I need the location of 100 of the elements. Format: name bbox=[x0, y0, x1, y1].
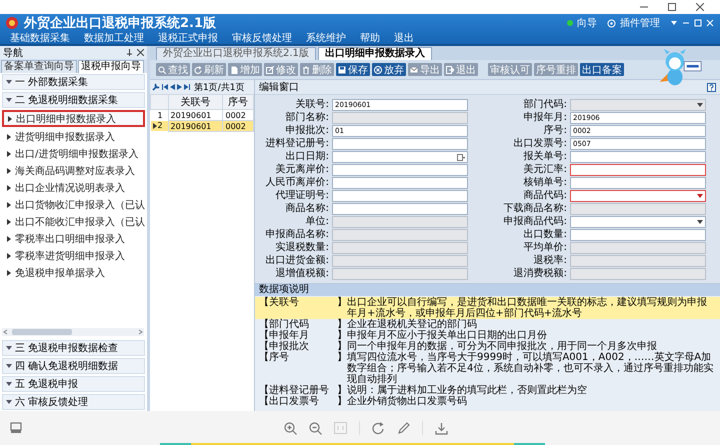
tree-item[interactable]: 出口货物收汇申报录入（已认 bbox=[2, 197, 145, 212]
group-header[interactable]: 六 审核反馈处理 bbox=[2, 394, 145, 410]
input-field[interactable] bbox=[332, 164, 468, 176]
field-label: 关联号: bbox=[294, 98, 329, 111]
group-header[interactable]: 二 免退税明细数据采集 bbox=[2, 92, 145, 108]
field-label: 代理证明号: bbox=[274, 189, 329, 202]
help-bracket: 】 bbox=[337, 396, 347, 407]
document-tab[interactable]: 出口明细申报数据录入 bbox=[318, 47, 432, 60]
previous-page-icon[interactable] bbox=[170, 84, 175, 90]
input-field[interactable] bbox=[570, 151, 706, 163]
first-page-icon[interactable] bbox=[162, 84, 168, 90]
table-row[interactable]: 2 20190601 0002 bbox=[150, 120, 254, 132]
tree-item[interactable]: 零税率出口明细申报录入 bbox=[2, 231, 145, 246]
group-label: 四 确认免退税明细数据 bbox=[15, 360, 118, 373]
menu-item[interactable]: 审核反馈处理 bbox=[232, 31, 292, 45]
field-label: 美元汇率: bbox=[522, 163, 567, 176]
menu-item[interactable]: 退出 bbox=[394, 31, 414, 45]
menu-item[interactable]: 帮助 bbox=[360, 31, 380, 45]
item-label: 出口不能收汇申报录入（已认 bbox=[15, 216, 145, 228]
help-row[interactable]: 【申报年月 】申报年月不应小于报关单出口日期的出口月份 bbox=[255, 330, 720, 341]
toolbar-button[interactable]: 放弃 bbox=[372, 63, 406, 76]
section-title: 编辑窗口 bbox=[259, 80, 299, 94]
last-page-icon[interactable] bbox=[184, 84, 190, 90]
maximize-icon[interactable] bbox=[668, 3, 676, 11]
arrow-icon bbox=[7, 236, 11, 242]
help-row[interactable]: 【序号 】填写四位流水号，当序号大于9999时，可以填写A001，A002，……英文字母A加数字组合；序号输入若不足4位，系统自动补零，也可不录入，通过序号重排功能实现自动排列 bbox=[255, 352, 720, 385]
input-field[interactable] bbox=[570, 216, 706, 228]
help-text: 同一个申报年月的数据，可分为不同申报批次，用于同一个月多次申报 bbox=[347, 341, 657, 352]
tree-item[interactable]: 出口不能收汇申报录入（已认 bbox=[2, 214, 145, 229]
help-text: 企业在退税机关登记的部门码 bbox=[347, 319, 478, 330]
help-row[interactable]: 【部门代码 】企业在退税机关登记的部门码 bbox=[255, 319, 720, 330]
zoom-in-icon[interactable] bbox=[284, 422, 297, 434]
field-label: 序号: bbox=[542, 124, 567, 137]
input-field[interactable] bbox=[332, 190, 468, 202]
help-row[interactable]: 【出口发票号 】企业外销货物出口发票号码 bbox=[255, 396, 720, 407]
dropdown-icon[interactable] bbox=[670, 19, 678, 27]
input-field[interactable] bbox=[570, 177, 706, 189]
panel-tab[interactable]: 退税申报向导 bbox=[78, 60, 144, 73]
group-header[interactable]: 五 免退税申报 bbox=[2, 376, 145, 392]
toolbar-button[interactable]: 保存 bbox=[336, 63, 370, 76]
rotate-icon[interactable] bbox=[372, 422, 385, 434]
help-icon[interactable] bbox=[707, 82, 716, 92]
group-header[interactable]: 四 确认免退税明细数据 bbox=[2, 358, 145, 374]
tree-item[interactable]: 出口企业情况说明表录入 bbox=[2, 180, 145, 195]
field-label: 单位: bbox=[304, 215, 329, 228]
arrow-icon bbox=[7, 184, 11, 190]
arrow-icon bbox=[7, 134, 11, 140]
next-page-icon[interactable] bbox=[177, 84, 182, 90]
menu-item[interactable]: 基础数据采集 bbox=[10, 31, 70, 45]
help-row[interactable]: 【进料登记册号 】说明：属于进料加工业务的填写此栏，否则置此栏为空 bbox=[255, 385, 720, 396]
pin-icon[interactable] bbox=[126, 49, 133, 56]
tree-item[interactable]: 免退税申报单据录入 bbox=[2, 265, 145, 280]
menu-item[interactable]: 数据加工处理 bbox=[84, 31, 144, 45]
panel-tab[interactable]: 备案单查询向导 bbox=[1, 60, 77, 73]
input-field[interactable] bbox=[332, 151, 468, 163]
close-icon[interactable] bbox=[137, 49, 144, 56]
status-dot-icon bbox=[567, 20, 573, 26]
arrow-icon bbox=[7, 202, 11, 208]
menu-item[interactable]: 系统维护 bbox=[306, 31, 346, 45]
field-label: 出口进货金额: bbox=[264, 254, 329, 267]
display-icon[interactable] bbox=[10, 422, 22, 434]
group-header[interactable]: 一 外部数据采集 bbox=[2, 74, 145, 90]
toolbar-button[interactable]: 出口备案 bbox=[580, 63, 624, 76]
mascot-drawing bbox=[658, 48, 702, 87]
help-text: 出口企业可以自行编写，是进货和出口数据唯一关联的标志，建议填写规则为申报年月+流水号，或申报年月后四位+部门代码+流水号 bbox=[347, 297, 708, 319]
tree-item[interactable]: 出口/进货明细申报数据录入 bbox=[2, 146, 145, 161]
wrench-icon[interactable] bbox=[152, 83, 160, 91]
help-row[interactable]: 【关联号 】出口企业可以自行编写，是进货和出口数据唯一关联的标志，建议填写规则为申报年月+流水号，或申报年月后四位+部门代码+流水号 bbox=[255, 297, 720, 319]
scrollbar[interactable] bbox=[2, 328, 144, 336]
zoom-out-icon[interactable] bbox=[309, 422, 322, 434]
input-field[interactable] bbox=[332, 138, 468, 150]
column-header: 关联号 bbox=[168, 94, 223, 110]
help-term: 【申报年月 bbox=[259, 330, 310, 341]
tree-item[interactable]: 海关商品码调整对应表录入 bbox=[2, 163, 145, 178]
help-row[interactable]: 【申报批次 】同一个申报年月的数据，可分为不同申报批次，用于同一个月多次申报 bbox=[255, 341, 720, 352]
tree-item[interactable]: 进货明细申报数据录入 bbox=[2, 129, 145, 144]
group-header[interactable]: 三 免退税申报数据检查 bbox=[2, 340, 145, 356]
input-field[interactable] bbox=[332, 177, 468, 189]
envelope-icon bbox=[410, 66, 418, 74]
document-tab[interactable]: 外贸企业出口退税申报系统2.1版 bbox=[156, 47, 316, 60]
close-icon[interactable] bbox=[696, 3, 704, 11]
input-field[interactable] bbox=[332, 203, 468, 215]
document-icon bbox=[230, 66, 238, 74]
guide-link[interactable]: 向导 bbox=[577, 16, 597, 30]
help-term: 【申报批次 bbox=[259, 341, 310, 352]
tree-item[interactable]: 出口明细申报数据录入 bbox=[2, 110, 145, 127]
gear-icon[interactable] bbox=[607, 18, 616, 28]
menu-item[interactable]: 退税正式申报 bbox=[158, 31, 218, 45]
tree-item[interactable]: 零税率进货明细申报录入 bbox=[2, 248, 145, 263]
pencil-icon[interactable] bbox=[397, 422, 410, 434]
restore-icon[interactable] bbox=[694, 19, 702, 27]
input-field[interactable] bbox=[570, 190, 706, 202]
field-label: 申报商品代码: bbox=[502, 215, 567, 228]
plugin-link[interactable]: 插件管理 bbox=[620, 16, 660, 30]
input-field[interactable] bbox=[570, 229, 706, 241]
field-label: 部门代码: bbox=[522, 98, 567, 111]
page-indicator: 第1页/共1页 bbox=[194, 82, 244, 94]
input-field[interactable] bbox=[570, 164, 706, 176]
download-icon[interactable] bbox=[435, 422, 448, 434]
help-bracket: 】 bbox=[337, 319, 347, 330]
